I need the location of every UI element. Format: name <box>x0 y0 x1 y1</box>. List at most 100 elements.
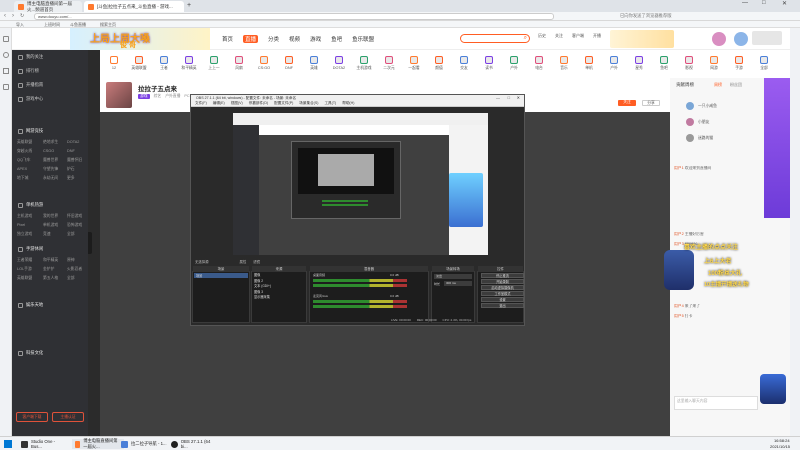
nav-live[interactable]: 直播 <box>243 35 259 43</box>
browser-tab[interactable]: 博主电脑直播间第一届火...频道首页 <box>14 1 82 12</box>
sub-item[interactable]: 竞速 <box>43 232 67 237</box>
obs-menu-item[interactable]: 视图(V) <box>231 101 243 106</box>
nav-yuba[interactable]: 鱼吧 <box>331 35 342 43</box>
rank-user[interactable]: 小朋友 <box>698 120 709 125</box>
event-badge[interactable] <box>760 374 786 404</box>
sub-item[interactable]: 单机游戏 <box>43 223 67 228</box>
avatar[interactable] <box>712 32 726 46</box>
stream-tag[interactable]: 户外直播 <box>165 94 180 99</box>
category-item[interactable]: DNF <box>279 50 299 70</box>
category-item[interactable]: 音乐 <box>554 50 574 71</box>
category-item[interactable]: 电台 <box>529 50 549 71</box>
category-item[interactable]: 网游 <box>704 50 724 71</box>
close-icon[interactable]: ✕ <box>782 0 787 7</box>
settings-button[interactable]: 设置 <box>481 297 524 302</box>
nav-category[interactable]: 分类 <box>268 35 279 43</box>
category-item[interactable]: 户外 <box>604 50 624 71</box>
obs-preview[interactable] <box>233 113 488 255</box>
event-banner[interactable]: 上局上周大嗓 俊 哥 <box>70 28 210 50</box>
sidebar-history-icon[interactable] <box>3 52 9 58</box>
sub-item[interactable]: 绝地求生 <box>43 140 67 145</box>
share-button[interactable]: 分享 <box>642 100 660 106</box>
forward-icon[interactable]: › <box>12 13 14 19</box>
nav-home[interactable]: 首页 <box>222 35 233 43</box>
header-follow[interactable]: 关注 <box>555 33 563 39</box>
category-item[interactable]: 二次元 <box>379 50 399 71</box>
sub-item[interactable]: DOTA2 <box>67 140 87 145</box>
virtual-camera-button[interactable]: 启动虚拟摄像机 <box>481 285 524 290</box>
sidebar-download-icon[interactable] <box>3 68 9 74</box>
sidebar-app-icon[interactable] <box>3 84 9 90</box>
category-item[interactable]: DOTA2 <box>329 50 349 70</box>
sub-item[interactable]: 第五人格 <box>43 276 67 281</box>
left-nav-item[interactable]: 排行榜 <box>18 68 39 74</box>
sub-item[interactable]: 魔兽怀旧 <box>67 158 87 163</box>
obs-menu-item[interactable]: 停靠部件(D) <box>249 101 268 106</box>
category-item[interactable]: 王者 <box>154 50 174 71</box>
stream-tag[interactable]: 综艺 <box>154 94 162 99</box>
sub-item[interactable]: 魔兽世界 <box>43 158 67 163</box>
stream-tag[interactable]: PC <box>184 94 189 99</box>
refresh-icon[interactable]: ↻ <box>20 13 24 19</box>
rank-user[interactable]: 一只小咸鱼 <box>698 104 717 109</box>
back-icon[interactable]: ‹ <box>4 13 6 19</box>
rank-tab[interactable]: 周榜 <box>714 82 722 88</box>
minimize-icon[interactable]: — <box>742 0 748 6</box>
sub-item[interactable]: APEX <box>17 167 43 172</box>
taskbar-app[interactable]: 博主电脑直播间第一届火... <box>72 438 124 449</box>
obs-menu-item[interactable]: 帮助(H) <box>342 101 354 106</box>
sub-item[interactable]: 地下城 <box>17 176 43 181</box>
sub-item[interactable]: 王者荣耀 <box>17 258 43 263</box>
streamer-avatar[interactable] <box>106 82 132 108</box>
nav-league[interactable]: 鱼乐联盟 <box>352 35 374 43</box>
category-item[interactable]: 和平精英 <box>179 50 199 71</box>
rank-user[interactable]: 迷路的猫 <box>698 136 713 141</box>
category-item[interactable]: 全部 <box>754 50 774 71</box>
promo-banner[interactable] <box>610 30 674 48</box>
studio-mode-button[interactable]: 工作室模式 <box>481 291 524 296</box>
search-icon[interactable]: ⌕ <box>524 35 527 42</box>
sub-item[interactable]: 原神 <box>67 258 87 263</box>
category-item[interactable]: 上上一 <box>204 50 224 71</box>
left-nav-section[interactable]: 单机热游 <box>18 202 43 208</box>
left-nav-section[interactable]: 娱乐天地 <box>18 302 43 308</box>
category-item[interactable]: 主机游戏 <box>354 50 374 71</box>
left-nav-section[interactable]: 网游竞技 <box>18 128 43 134</box>
header-client[interactable]: 客户端 <box>572 33 584 39</box>
category-item[interactable]: 颜值 <box>429 50 449 71</box>
obs-properties-button[interactable]: 属性 <box>240 260 247 264</box>
activity-sidebar[interactable] <box>764 78 790 218</box>
scene-item[interactable]: 场景 <box>194 273 248 278</box>
start-icon[interactable] <box>4 440 12 448</box>
obs-menu-item[interactable]: 工具(T) <box>324 101 336 106</box>
obs-maximize-icon[interactable]: □ <box>508 95 510 100</box>
stop-streaming-button[interactable]: 停止推流 <box>481 273 524 278</box>
taskbar-app[interactable]: Studio One - Bus... <box>18 439 70 449</box>
left-nav-section[interactable]: 科技文化 <box>18 350 43 356</box>
taskbar-app[interactable]: 拉二拉子导航 - 1... <box>118 439 170 449</box>
browser-tab-active[interactable]: [斗鱼]拉拉子五点来_斗鱼直播 - 游戏... <box>84 1 184 12</box>
follow-button[interactable]: 关注 <box>618 100 636 106</box>
category-item[interactable]: 手游 <box>729 50 749 71</box>
new-tab-icon[interactable]: + <box>187 2 191 9</box>
chat-user[interactable]: 用户1 <box>674 166 684 170</box>
sub-item[interactable]: 火影忍者 <box>67 267 87 272</box>
duration-input[interactable]: 300 ms <box>444 281 472 286</box>
chat-input[interactable]: 这里输入聊天内容 <box>674 396 758 410</box>
sub-item[interactable]: Pixel <box>17 223 43 228</box>
left-nav-item[interactable]: 游戏中心 <box>18 96 43 102</box>
sub-item[interactable]: 炉石 <box>67 167 87 172</box>
chat-user[interactable]: 用户4 <box>674 304 684 308</box>
sub-item[interactable]: CSGO <box>43 149 67 154</box>
chat-user[interactable]: 用户2 <box>674 232 684 236</box>
sub-item[interactable]: LOL手游 <box>17 267 43 272</box>
anchor-cert-button[interactable]: 主播认证 <box>52 412 84 422</box>
stream-tag[interactable]: 游戏 <box>138 94 150 99</box>
taskbar-app[interactable]: OBS 27.1.1 (64 bi... <box>168 439 220 449</box>
category-item[interactable]: 英雄 <box>304 50 324 71</box>
sub-item[interactable]: 和平精英 <box>43 258 67 263</box>
obs-menu-item[interactable]: 编辑(E) <box>213 101 225 106</box>
sub-item[interactable]: QQ飞车 <box>17 158 43 163</box>
obs-menu-item[interactable]: 配置文件(P) <box>274 101 293 106</box>
obs-filters-button[interactable]: 滤镜 <box>253 260 260 264</box>
